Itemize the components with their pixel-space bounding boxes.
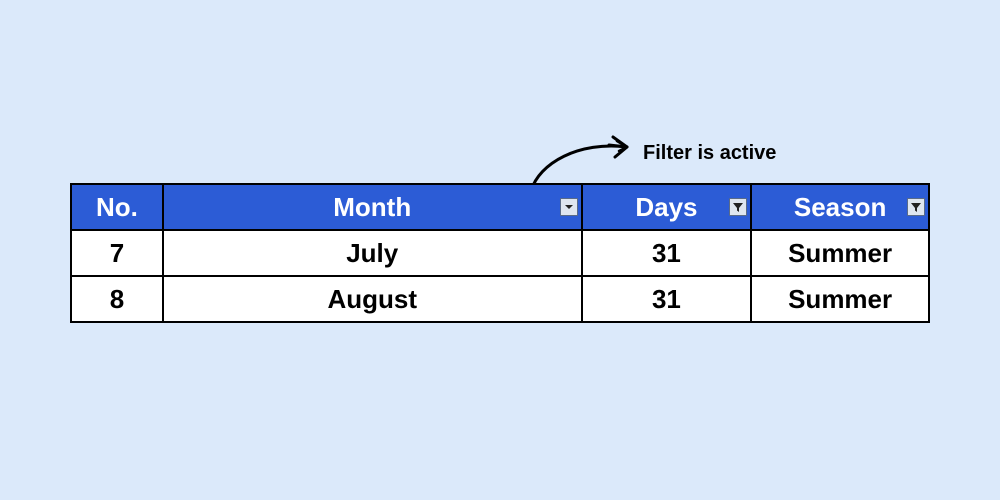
table-row: 7 July 31 Summer <box>71 230 929 276</box>
filter-active-icon[interactable] <box>907 198 925 216</box>
cell-days[interactable]: 31 <box>582 276 752 322</box>
header-season[interactable]: Season <box>751 184 929 230</box>
header-month[interactable]: Month <box>163 184 582 230</box>
filter-dropdown-icon[interactable] <box>560 198 578 216</box>
header-no-label: No. <box>96 192 138 222</box>
annotation-label: Filter is active <box>643 142 776 165</box>
cell-days[interactable]: 31 <box>582 230 752 276</box>
cell-season[interactable]: Summer <box>751 230 929 276</box>
header-days-label: Days <box>635 192 697 222</box>
header-no[interactable]: No. <box>71 184 163 230</box>
header-month-label: Month <box>333 192 411 222</box>
table-row: 8 August 31 Summer <box>71 276 929 322</box>
cell-no[interactable]: 7 <box>71 230 163 276</box>
data-table-container: No. Month Days Season <box>70 183 930 323</box>
cell-season[interactable]: Summer <box>751 276 929 322</box>
header-days[interactable]: Days <box>582 184 752 230</box>
months-table: No. Month Days Season <box>70 183 930 323</box>
cell-month[interactable]: August <box>163 276 582 322</box>
table-header-row: No. Month Days Season <box>71 184 929 230</box>
filter-active-icon[interactable] <box>729 198 747 216</box>
cell-no[interactable]: 8 <box>71 276 163 322</box>
cell-month[interactable]: July <box>163 230 582 276</box>
header-season-label: Season <box>794 192 887 222</box>
